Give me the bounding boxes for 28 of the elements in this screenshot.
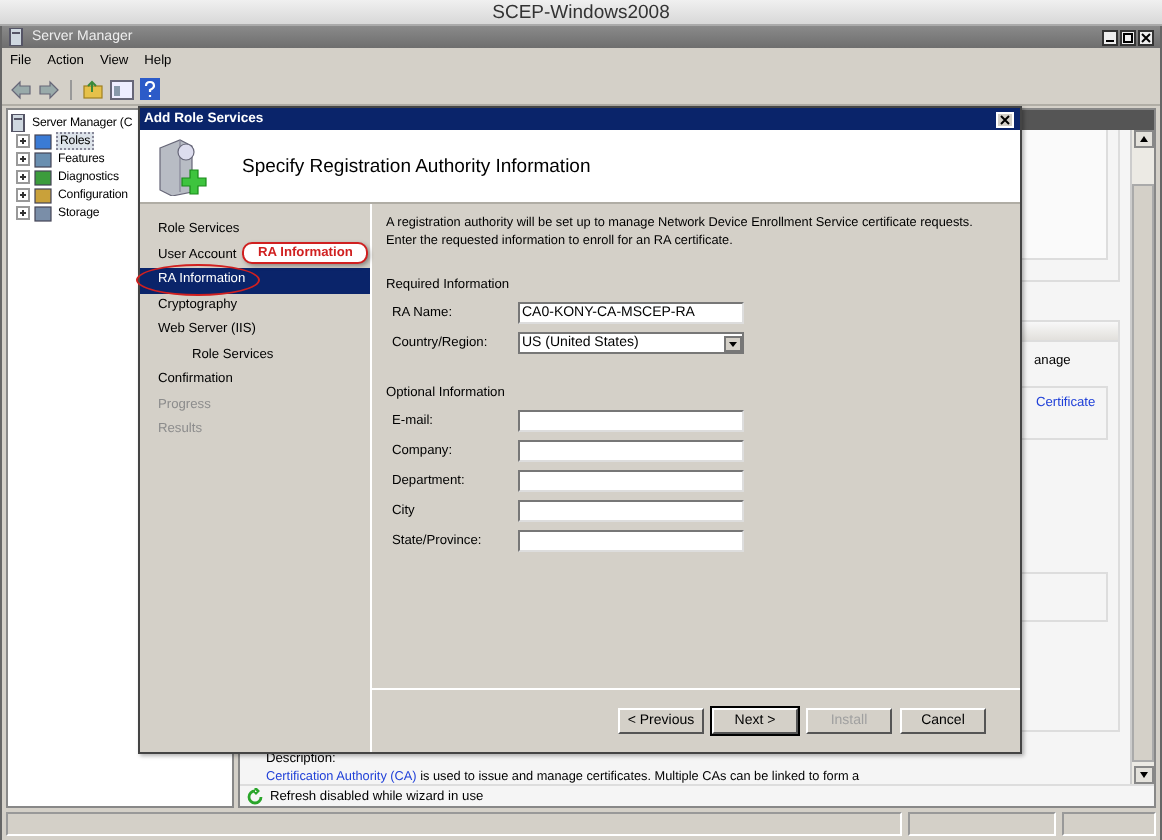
help-icon[interactable]	[140, 78, 160, 100]
input-field[interactable]	[518, 530, 744, 552]
close-icon[interactable]	[1138, 29, 1154, 45]
maximize-icon[interactable]	[1120, 29, 1136, 45]
input-field[interactable]	[518, 470, 744, 492]
scroll-down-icon[interactable]	[1133, 766, 1153, 784]
minimize-icon[interactable]	[1102, 29, 1118, 45]
refresh-icon	[246, 787, 264, 805]
expand-icon[interactable]	[16, 134, 30, 148]
expand-icon[interactable]	[16, 206, 30, 220]
forward-arrow-icon[interactable]	[38, 79, 60, 99]
expand-icon[interactable]	[16, 188, 30, 202]
panel-icon[interactable]	[110, 79, 134, 99]
server-icon	[10, 114, 28, 132]
input-field[interactable]	[518, 440, 744, 462]
dialog-heading: Specify Registration Authority Information	[242, 155, 591, 177]
scrollbar[interactable]	[1130, 130, 1154, 784]
input-field[interactable]	[518, 410, 744, 432]
scroll-up-icon[interactable]	[1133, 130, 1153, 148]
input-field[interactable]	[518, 500, 744, 522]
expand-icon[interactable]	[16, 170, 30, 184]
vm-title: SCEP-Windows2008	[492, 1, 670, 23]
dropdown-arrow-icon[interactable]	[724, 335, 742, 351]
expand-icon[interactable]	[16, 152, 30, 166]
server-add-icon	[156, 136, 208, 196]
folder-up-icon[interactable]	[82, 79, 104, 99]
server-icon	[8, 28, 26, 46]
back-arrow-icon[interactable]	[10, 79, 32, 99]
